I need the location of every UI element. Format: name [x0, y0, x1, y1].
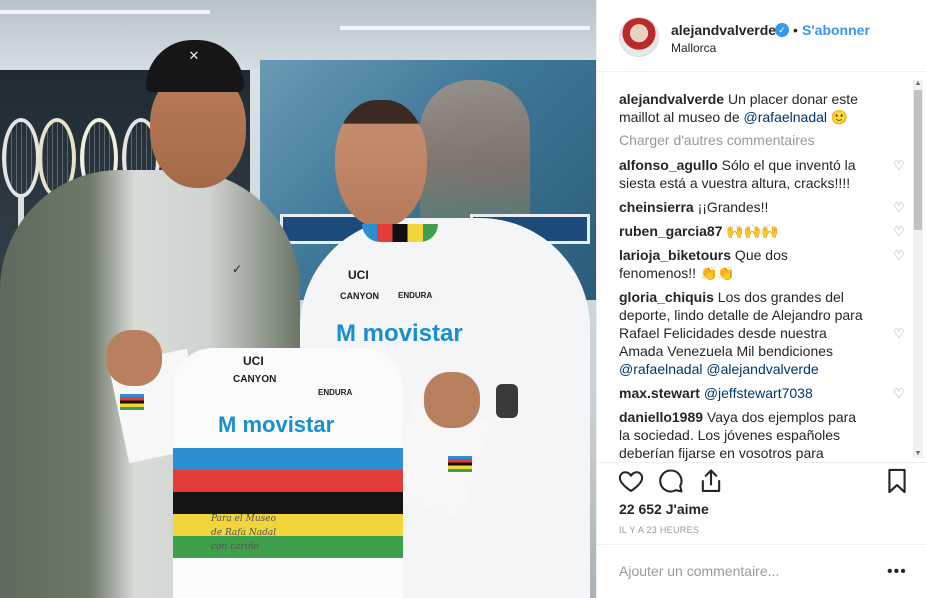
- signature-line: con cariño: [211, 542, 259, 552]
- scroll-up-arrow-icon[interactable]: ▲: [913, 80, 923, 88]
- likes-label: J'aime: [661, 501, 709, 517]
- avatar[interactable]: [619, 17, 659, 57]
- post-timestamp[interactable]: IL Y A 23 HEURES: [619, 525, 699, 535]
- uci-logo: UCI: [348, 268, 369, 282]
- racket: [2, 118, 40, 198]
- canyon-logo: CANYON: [233, 374, 277, 385]
- share-upload-icon[interactable]: [697, 467, 725, 495]
- stripe-green: [173, 536, 403, 558]
- comment-item: cheinsierra ¡¡Grandes!! ♡: [619, 198, 905, 216]
- endura-logo: ENDURA: [398, 291, 433, 300]
- header-username-link[interactable]: alejandvalverde: [671, 22, 776, 38]
- endura-logo: ENDURA: [318, 388, 353, 397]
- more-options-icon[interactable]: •••: [887, 563, 907, 581]
- movistar-logo: M movistar: [218, 412, 334, 438]
- caption-mention-link[interactable]: @rafaelnadal: [744, 109, 828, 125]
- rainbow-collar: [362, 224, 438, 242]
- comment-item: alfonso_agullo Sólo el que inventó la si…: [619, 156, 905, 192]
- comments-scrollbar[interactable]: ▲ ▼: [913, 80, 923, 458]
- comment-item: ruben_garcia87 🙌🙌🙌 ♡: [619, 222, 905, 240]
- movistar-m: M: [218, 412, 237, 437]
- comment-username[interactable]: ruben_garcia87: [619, 223, 723, 239]
- comment-mention-link[interactable]: @jeffstewart7038: [704, 385, 813, 401]
- person-right-face: [335, 100, 427, 228]
- caption: alejandvalverde Un placer donar este mai…: [619, 90, 889, 126]
- movistar-text: movistar: [242, 412, 335, 437]
- post-header: alejandvalverde ✓ • S'abonner Mallorca: [597, 0, 926, 72]
- comment-item: gloria_chiquis Los dos grandes del depor…: [619, 288, 905, 378]
- comment-username[interactable]: alfonso_agullo: [619, 157, 718, 173]
- likes-count[interactable]: 22 652 J'aime: [619, 501, 709, 517]
- comment-item: max.stewart @jeffstewart7038 ♡: [619, 384, 905, 402]
- stripe-red: [173, 470, 403, 492]
- save-bookmark-icon[interactable]: [883, 467, 911, 495]
- comments-area[interactable]: alejandvalverde Un placer donar este mai…: [597, 72, 926, 462]
- stripe-blue: [173, 448, 403, 470]
- comment-username[interactable]: cheinsierra: [619, 199, 694, 215]
- add-comment-bar: •••: [597, 544, 926, 598]
- signature-line: Para el Museo: [211, 514, 276, 524]
- hand: [106, 330, 162, 386]
- post-photo[interactable]: ✕ ✓ UCI CANYON ENDURA M movistar UCI CAN…: [0, 0, 596, 598]
- comment-text: 🙌🙌🙌: [722, 223, 779, 239]
- comment-list: alejandvalverde Un placer donar este mai…: [619, 90, 905, 462]
- like-comment-heart-icon[interactable]: ♡: [893, 159, 905, 172]
- canyon-logo: CANYON: [340, 291, 380, 301]
- signature-line: de Rafa Nadal: [211, 528, 277, 538]
- caption-username[interactable]: alejandvalverde: [619, 91, 724, 107]
- wristwatch: [496, 384, 518, 418]
- comment-item: daniello1989 Vaya dos ejemplos para la s…: [619, 408, 889, 462]
- jersey-cuff: [120, 394, 144, 410]
- hand: [424, 372, 480, 428]
- ceiling-light: [340, 26, 590, 30]
- load-more-comments-button[interactable]: Charger d'autres commentaires: [619, 132, 889, 148]
- like-comment-heart-icon[interactable]: ♡: [893, 249, 905, 262]
- stripe-black: [173, 492, 403, 514]
- comment-username[interactable]: max.stewart: [619, 385, 700, 401]
- scroll-down-arrow-icon[interactable]: ▼: [913, 450, 923, 458]
- jersey-body: UCI CANYON ENDURA M movistar Para el Mus…: [173, 348, 403, 598]
- verified-badge-icon: ✓: [775, 23, 789, 37]
- follow-button[interactable]: S'abonner: [802, 22, 870, 38]
- uci-logo: UCI: [243, 354, 264, 368]
- nike-logo-icon: ✓: [232, 262, 243, 276]
- comment-mention-links[interactable]: @rafaelnadal @alejandvalverde: [619, 361, 819, 377]
- like-comment-heart-icon[interactable]: ♡: [893, 387, 905, 400]
- comment-text: ¡¡Grandes!!: [693, 199, 769, 215]
- jersey-cuff: [448, 456, 472, 472]
- comment-username[interactable]: daniello1989: [619, 409, 703, 425]
- separator-dot: •: [793, 22, 798, 38]
- stripe-yellow: [173, 514, 403, 536]
- likes-number: 22 652: [619, 501, 662, 517]
- comment-username[interactable]: larioja_biketours: [619, 247, 731, 263]
- like-comment-heart-icon[interactable]: ♡: [893, 201, 905, 214]
- caption-emoji: 🙂: [827, 109, 849, 125]
- like-comment-heart-icon[interactable]: ♡: [893, 327, 905, 340]
- comment-username[interactable]: gloria_chiquis: [619, 289, 714, 305]
- add-comment-input[interactable]: [619, 563, 879, 579]
- like-comment-heart-icon[interactable]: ♡: [893, 225, 905, 238]
- held-world-champion-jersey: UCI CANYON ENDURA M movistar Para el Mus…: [106, 330, 492, 598]
- scrollbar-thumb[interactable]: [914, 90, 922, 230]
- cap-logo-icon: ✕: [188, 48, 200, 63]
- like-heart-icon[interactable]: [617, 467, 645, 495]
- post-side-panel: alejandvalverde ✓ • S'abonner Mallorca a…: [596, 0, 926, 598]
- ceiling-light: [0, 10, 210, 14]
- comment-bubble-icon[interactable]: [657, 467, 685, 495]
- comment-item: larioja_biketours Que dos fenomenos!! 👏👏…: [619, 246, 905, 282]
- location-link[interactable]: Mallorca: [671, 41, 716, 55]
